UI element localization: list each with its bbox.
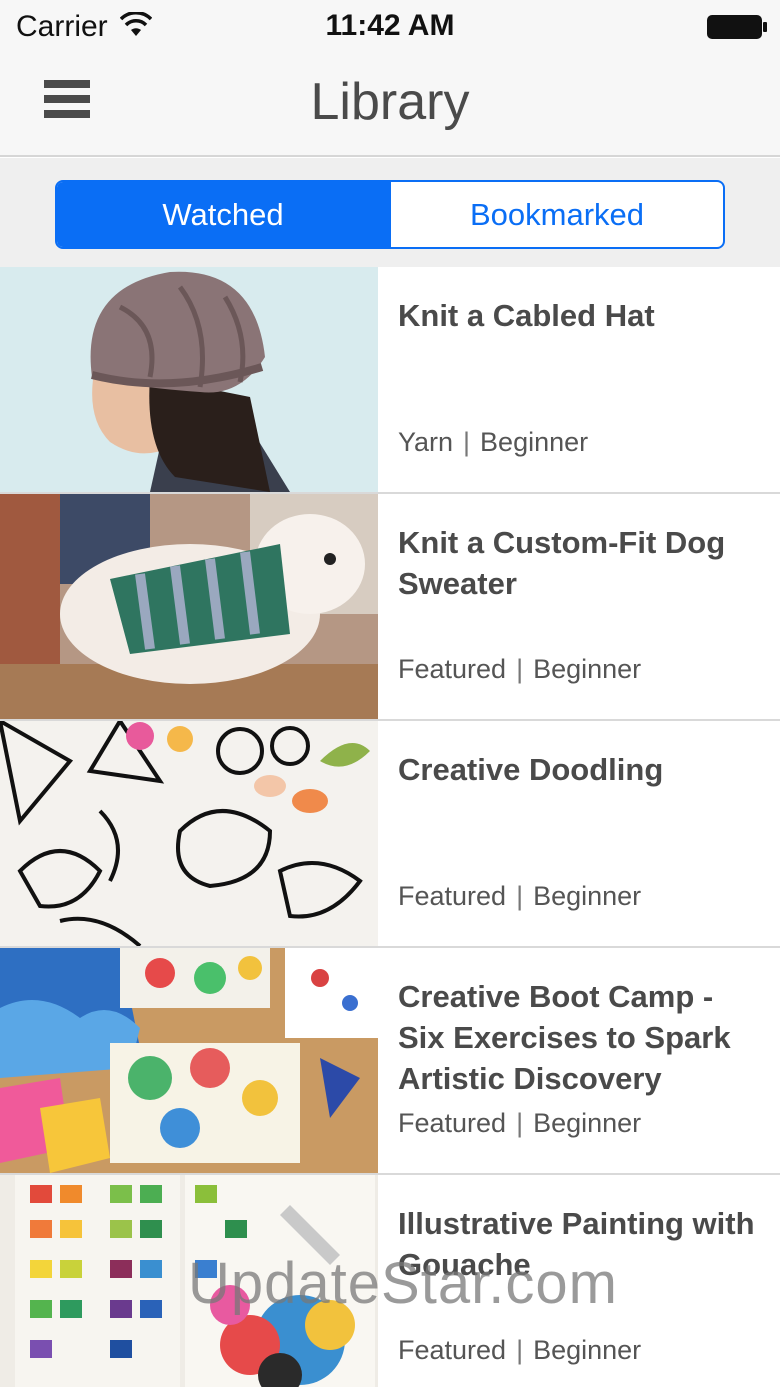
nav-bar: Library xyxy=(0,52,780,157)
watermark: UpdateStar.com xyxy=(188,1251,618,1316)
status-bar: Carrier 11:42 AM xyxy=(0,0,780,52)
course-thumbnail xyxy=(0,494,378,719)
tab-watched[interactable]: Watched xyxy=(57,182,389,247)
course-meta: Featured | Beginner xyxy=(398,1335,641,1366)
course-category: Featured xyxy=(398,881,507,911)
course-title: Knit a Cabled Hat xyxy=(398,298,655,333)
course-category: Yarn xyxy=(398,427,454,457)
course-meta: Featured | Beginner xyxy=(398,654,641,685)
tab-bookmarked[interactable]: Bookmarked xyxy=(389,182,723,247)
list-item[interactable]: Knit a Custom-Fit Dog Sweater Featured | B… xyxy=(0,494,780,721)
course-meta: Featured | Beginner xyxy=(398,1108,641,1139)
course-thumbnail xyxy=(0,721,378,946)
meta-separator: | xyxy=(463,427,471,457)
course-title: Creative Doodling xyxy=(398,752,664,787)
course-level: Beginner xyxy=(533,1108,642,1138)
battery-icon xyxy=(707,15,767,39)
course-level: Beginner xyxy=(533,881,642,911)
course-level: Beginner xyxy=(533,1335,642,1365)
course-category: Featured xyxy=(398,654,507,684)
segment-area: Watched Bookmarked xyxy=(0,158,780,267)
course-category: Featured xyxy=(398,1335,507,1365)
course-level: Beginner xyxy=(480,427,589,457)
list-item[interactable]: Knit a Cabled Hat Yarn | Beginner xyxy=(0,267,780,494)
list-item[interactable]: Creative Boot Camp - Six Exercises to Sp… xyxy=(0,948,780,1175)
meta-separator: | xyxy=(516,1108,524,1138)
meta-separator: | xyxy=(516,1335,524,1365)
meta-separator: | xyxy=(516,654,524,684)
page-title: Library xyxy=(310,73,470,131)
list-item[interactable]: Creative Doodling Featured | Beginner xyxy=(0,721,780,948)
meta-separator: | xyxy=(516,881,524,911)
course-meta: Yarn | Beginner xyxy=(398,427,588,458)
course-meta: Featured | Beginner xyxy=(398,881,641,912)
course-thumbnail xyxy=(0,948,378,1173)
status-time: 11:42 AM xyxy=(325,9,455,42)
course-title: Knit a Custom-Fit Dog Sweater xyxy=(398,525,726,601)
course-list: Knit a Cabled Hat Yarn | Beginner Knit a C… xyxy=(0,267,780,1387)
course-thumbnail xyxy=(0,267,378,492)
course-title: Creative Boot Camp - Six Exercises to Sp… xyxy=(398,979,731,1096)
library-segmented-control: Watched Bookmarked xyxy=(55,180,725,249)
course-level: Beginner xyxy=(533,654,642,684)
course-category: Featured xyxy=(398,1108,507,1138)
